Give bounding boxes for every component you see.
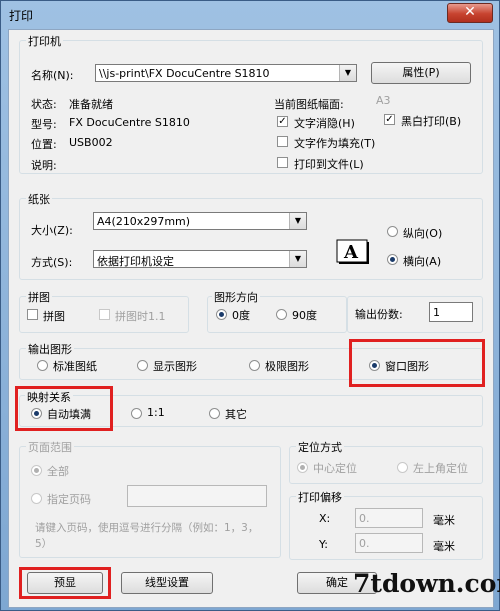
close-icon: ✕ [464, 4, 476, 20]
type-label: 型号: [31, 118, 57, 131]
portrait-label[interactable]: 纵向(O) [403, 225, 442, 241]
site-watermark: 7tdown.com [353, 569, 500, 598]
offset-x-value: 0. [359, 512, 370, 525]
black-white-checkbox[interactable]: ✓ [384, 114, 395, 125]
print-dialog-window: 打印 ✕ 打印机 名称(N): \\js-print\FX DocuCentre… [0, 0, 500, 611]
offset-group-label: 打印偏移 [296, 489, 344, 505]
properties-button[interactable]: 属性(P) [371, 62, 471, 84]
location-value: USB002 [69, 136, 113, 149]
print-to-file-checkbox[interactable] [277, 157, 288, 168]
offset-y-unit: 毫米 [433, 540, 455, 553]
text-as-fill-checkbox[interactable] [277, 136, 288, 147]
page-range-specify-radio[interactable] [31, 493, 42, 504]
position-group-label: 定位方式 [296, 439, 344, 455]
paper-source-select[interactable]: 依据打印机设定 ▼ [93, 250, 307, 268]
comment-label: 说明: [31, 159, 57, 172]
tiling-group-label: 拼图 [26, 289, 52, 305]
tile-when-checkbox[interactable] [99, 309, 110, 320]
page-range-all-label[interactable]: 全部 [47, 463, 69, 479]
copies-label: 输出份数: [355, 308, 403, 321]
page-range-input[interactable] [127, 485, 267, 507]
paper-group-label: 纸张 [26, 191, 52, 207]
mapping-other-label[interactable]: 其它 [225, 406, 247, 422]
title-bar[interactable]: 打印 ✕ [1, 1, 499, 29]
printer-name-select[interactable]: \\js-print\FX DocuCentre S1810 ▼ [95, 64, 357, 82]
printer-name-value: \\js-print\FX DocuCentre S1810 [99, 67, 270, 80]
mapping-one-to-one-radio[interactable] [131, 408, 142, 419]
dialog-client: 打印机 名称(N): \\js-print\FX DocuCentre S181… [8, 29, 494, 608]
paper-size-select[interactable]: A4(210x297mm) ▼ [93, 212, 307, 230]
paper-size-label: 当前图纸幅面: [274, 98, 344, 111]
status-label: 状态: [31, 98, 57, 111]
output-display-radio[interactable] [137, 360, 148, 371]
paper-source-value: 依据打印机设定 [97, 255, 174, 268]
status-value: 准备就绪 [69, 98, 113, 111]
graphic-orientation-label: 图形方向 [212, 289, 260, 305]
page-range-hint: 请键入页码，使用逗号进行分隔（例如：1，3，5） [35, 522, 259, 550]
tile-when-label[interactable]: 拼图时1.1 [115, 308, 166, 324]
tile-label[interactable]: 拼图 [43, 308, 65, 324]
page-range-specify-label[interactable]: 指定页码 [47, 491, 91, 507]
output-display-label[interactable]: 显示图形 [153, 358, 197, 374]
orientation-0-radio[interactable] [216, 309, 227, 320]
offset-x-unit: 毫米 [433, 514, 455, 527]
svg-text:A: A [343, 242, 359, 263]
window-graphic-highlight [349, 339, 485, 387]
output-standard-label[interactable]: 标准图纸 [53, 358, 97, 374]
tile-checkbox[interactable] [27, 309, 38, 320]
page-range-group-label: 页面范围 [26, 439, 74, 455]
page-range-all-radio[interactable] [31, 465, 42, 476]
offset-y-value: 0. [359, 537, 370, 550]
paper-source-label: 方式(S): [31, 256, 73, 269]
auto-fit-highlight [15, 386, 113, 431]
chevron-down-icon[interactable]: ▼ [289, 251, 306, 267]
landscape-radio[interactable] [387, 254, 398, 265]
mapping-other-radio[interactable] [209, 408, 220, 419]
orientation-0-label[interactable]: 0度 [232, 307, 250, 323]
paper-orientation-icon: A [333, 236, 371, 266]
offset-x-label: X: [319, 512, 331, 525]
position-top-left-label[interactable]: 左上角定位 [413, 460, 468, 476]
copies-value: 1 [433, 306, 440, 319]
position-top-left-radio[interactable] [397, 462, 408, 473]
text-smoothing-label[interactable]: 文字消隐(H) [294, 115, 355, 131]
chevron-down-icon[interactable]: ▼ [339, 65, 356, 81]
position-center-label[interactable]: 中心定位 [313, 460, 357, 476]
printer-group-label: 打印机 [26, 33, 63, 49]
orientation-90-radio[interactable] [276, 309, 287, 320]
output-extents-label[interactable]: 极限图形 [265, 358, 309, 374]
landscape-label[interactable]: 横向(A) [403, 253, 441, 269]
print-to-file-label[interactable]: 打印到文件(L) [294, 156, 364, 172]
orientation-90-label[interactable]: 90度 [292, 307, 317, 323]
text-smoothing-checkbox[interactable]: ✓ [277, 116, 288, 127]
chevron-down-icon[interactable]: ▼ [289, 213, 306, 229]
close-button[interactable]: ✕ [447, 3, 493, 23]
position-center-radio[interactable] [297, 462, 308, 473]
output-group-label: 输出图形 [26, 341, 74, 357]
type-value: FX DocuCentre S1810 [69, 116, 190, 129]
copies-input[interactable]: 1 [429, 302, 473, 322]
paper-size-select-label: 大小(Z): [31, 224, 73, 237]
offset-y-label: Y: [319, 538, 328, 551]
paper-size-value: A3 [376, 94, 391, 107]
output-extents-radio[interactable] [249, 360, 260, 371]
output-standard-radio[interactable] [37, 360, 48, 371]
preview-highlight [19, 567, 111, 599]
black-white-label[interactable]: 黑白打印(B) [401, 113, 461, 129]
printer-name-label: 名称(N): [31, 69, 74, 82]
window-title: 打印 [9, 9, 34, 23]
offset-y-input[interactable]: 0. [355, 533, 423, 553]
location-label: 位置: [31, 138, 57, 151]
offset-x-input[interactable]: 0. [355, 508, 423, 528]
paper-size-select-value: A4(210x297mm) [97, 215, 191, 228]
text-as-fill-label[interactable]: 文字作为填充(T) [294, 135, 375, 151]
portrait-radio[interactable] [387, 226, 398, 237]
line-settings-button[interactable]: 线型设置 [121, 572, 213, 594]
mapping-one-to-one-label[interactable]: 1:1 [147, 406, 165, 419]
